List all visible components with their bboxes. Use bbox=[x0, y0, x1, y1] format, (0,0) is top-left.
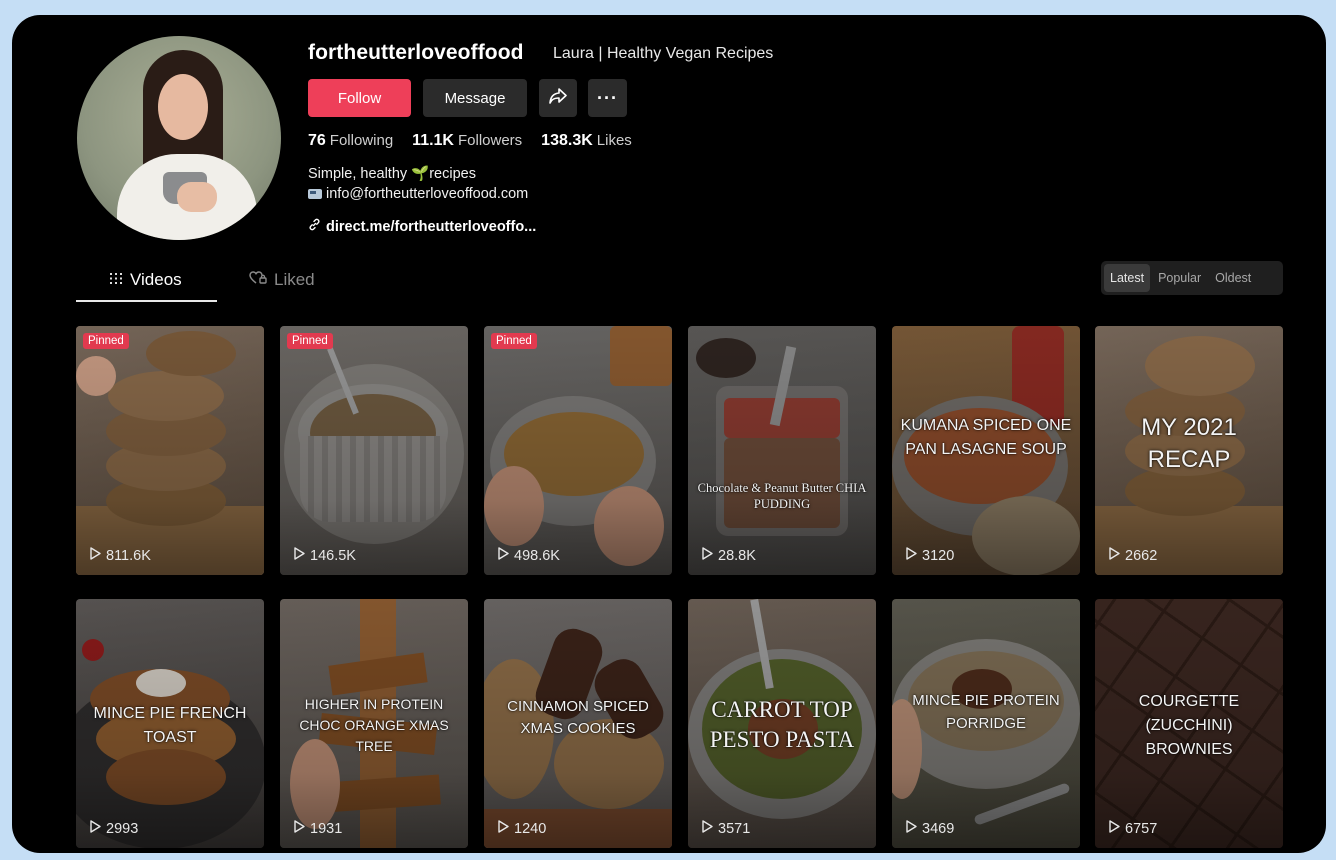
video-caption: COURGETTE (ZUCCHINI) BROWNIES bbox=[1138, 693, 1240, 758]
play-icon bbox=[1109, 820, 1120, 837]
share-icon bbox=[549, 88, 567, 108]
sort-toggle: Latest Popular Oldest bbox=[1101, 261, 1283, 295]
video-caption: KUMANA SPICED ONE PAN LASAGNE SOUP bbox=[900, 417, 1072, 458]
view-count: 811.6K bbox=[90, 547, 151, 564]
profile-window: fortheutterloveoffood Laura | Healthy Ve… bbox=[12, 15, 1326, 853]
view-count-text: 1240 bbox=[514, 820, 547, 837]
avatar[interactable] bbox=[77, 36, 281, 240]
view-count-text: 6757 bbox=[1125, 820, 1158, 837]
video-card[interactable]: MINCE PIE FRENCH TOAST 2993 bbox=[76, 599, 264, 848]
play-icon bbox=[702, 547, 713, 564]
view-count-text: 1931 bbox=[310, 820, 343, 837]
video-card[interactable]: COURGETTE (ZUCCHINI) BROWNIES 6757 bbox=[1095, 599, 1283, 848]
view-count-text: 28.8K bbox=[718, 547, 756, 564]
stat-value: 11.1K bbox=[412, 132, 454, 149]
stat-label: Followers bbox=[457, 132, 523, 149]
video-card[interactable]: Chocolate & Peanut Butter CHIA PUDDING 2… bbox=[688, 326, 876, 575]
play-icon bbox=[90, 820, 101, 837]
view-count-text: 3120 bbox=[922, 547, 955, 564]
video-caption: Chocolate & Peanut Butter CHIA PUDDING bbox=[697, 481, 867, 511]
video-caption: CINNAMON SPICED XMAS COOKIES bbox=[507, 698, 649, 737]
video-caption: MINCE PIE PROTEIN PORRIDGE bbox=[912, 692, 1060, 732]
view-count: 1240 bbox=[498, 820, 546, 837]
video-card[interactable]: HIGHER IN PROTEIN CHOC ORANGE XMAS TREE … bbox=[280, 599, 468, 848]
video-caption: CARROT TOP PESTO PASTA bbox=[709, 697, 855, 752]
play-icon bbox=[906, 820, 917, 837]
heart-lock-icon bbox=[249, 270, 267, 290]
pinned-badge: Pinned bbox=[491, 333, 537, 349]
profile-link[interactable]: direct.me/fortheutterloveoffo... bbox=[308, 218, 536, 235]
play-icon bbox=[498, 820, 509, 837]
video-card[interactable]: Pinned 811.6K bbox=[76, 326, 264, 575]
profile-stats: 76 Following 11.1K Followers 138.3K Likes bbox=[308, 132, 632, 150]
view-count-text: 3469 bbox=[922, 820, 955, 837]
view-count: 498.6K bbox=[498, 547, 560, 564]
tab-liked[interactable]: Liked bbox=[249, 270, 315, 290]
view-count: 3120 bbox=[906, 547, 954, 564]
view-count-text: 3571 bbox=[718, 820, 751, 837]
play-icon bbox=[294, 820, 305, 837]
stat-label: Likes bbox=[596, 132, 632, 149]
sort-latest[interactable]: Latest bbox=[1104, 264, 1151, 292]
stat-label: Following bbox=[329, 132, 394, 149]
video-caption: MINCE PIE FRENCH TOAST bbox=[93, 705, 247, 746]
more-options-button[interactable]: ··· bbox=[588, 79, 627, 117]
view-count-text: 498.6K bbox=[514, 547, 560, 564]
stat-value: 138.3K bbox=[541, 132, 593, 149]
video-card[interactable]: MINCE PIE PROTEIN PORRIDGE 3469 bbox=[892, 599, 1080, 848]
play-icon bbox=[294, 547, 305, 564]
stat-value: 76 bbox=[308, 132, 326, 149]
sort-popular[interactable]: Popular bbox=[1152, 264, 1207, 292]
stat-followers[interactable]: 11.1K Followers bbox=[412, 132, 522, 150]
play-icon bbox=[702, 820, 713, 837]
stat-likes: 138.3K Likes bbox=[541, 132, 632, 150]
pinned-badge: Pinned bbox=[83, 333, 129, 349]
play-icon bbox=[90, 547, 101, 564]
tab-label: Videos bbox=[130, 270, 182, 289]
video-card[interactable]: MY 2021 RECAP 2662 bbox=[1095, 326, 1283, 575]
view-count-text: 2662 bbox=[1125, 547, 1158, 564]
view-count: 146.5K bbox=[294, 547, 356, 564]
display-name: Laura | Healthy Vegan Recipes bbox=[553, 45, 774, 62]
follow-button[interactable]: Follow bbox=[308, 79, 411, 117]
video-card[interactable]: Pinned 146.5K bbox=[280, 326, 468, 575]
message-button[interactable]: Message bbox=[423, 79, 527, 117]
view-count: 3469 bbox=[906, 820, 954, 837]
username: fortheutterloveoffood bbox=[308, 41, 524, 64]
view-count: 2662 bbox=[1109, 547, 1157, 564]
view-count-text: 2993 bbox=[106, 820, 139, 837]
tab-label: Liked bbox=[274, 270, 315, 289]
play-icon bbox=[498, 547, 509, 564]
play-icon bbox=[906, 547, 917, 564]
tab-videos[interactable]: Videos bbox=[109, 270, 182, 290]
pinned-badge: Pinned bbox=[287, 333, 333, 349]
grid-icon bbox=[109, 270, 123, 290]
video-card[interactable]: KUMANA SPICED ONE PAN LASAGNE SOUP 3120 bbox=[892, 326, 1080, 575]
envelope-icon bbox=[308, 189, 322, 199]
share-button[interactable] bbox=[539, 79, 577, 117]
video-caption: HIGHER IN PROTEIN CHOC ORANGE XMAS TREE bbox=[299, 696, 449, 754]
video-card[interactable]: CARROT TOP PESTO PASTA 3571 bbox=[688, 599, 876, 848]
video-card[interactable]: CINNAMON SPICED XMAS COOKIES 1240 bbox=[484, 599, 672, 848]
view-count-text: 146.5K bbox=[310, 547, 356, 564]
view-count: 28.8K bbox=[702, 547, 756, 564]
active-tab-indicator bbox=[76, 300, 217, 302]
view-count: 1931 bbox=[294, 820, 342, 837]
sort-oldest[interactable]: Oldest bbox=[1209, 264, 1257, 292]
stat-following[interactable]: 76 Following bbox=[308, 132, 393, 150]
bio-email-line: info@fortheutterloveoffood.com bbox=[308, 186, 528, 202]
link-icon bbox=[308, 218, 321, 235]
view-count: 2993 bbox=[90, 820, 138, 837]
view-count: 6757 bbox=[1109, 820, 1157, 837]
play-icon bbox=[1109, 547, 1120, 564]
video-caption: MY 2021 RECAP bbox=[1141, 414, 1237, 473]
view-count: 3571 bbox=[702, 820, 750, 837]
profile-link-text: direct.me/fortheutterloveoffo... bbox=[326, 218, 537, 235]
bio-email: info@fortheutterloveoffood.com bbox=[326, 186, 529, 202]
view-count-text: 811.6K bbox=[106, 547, 151, 564]
video-card[interactable]: Pinned 498.6K bbox=[484, 326, 672, 575]
bio-line: Simple, healthy 🌱recipes bbox=[308, 166, 476, 182]
